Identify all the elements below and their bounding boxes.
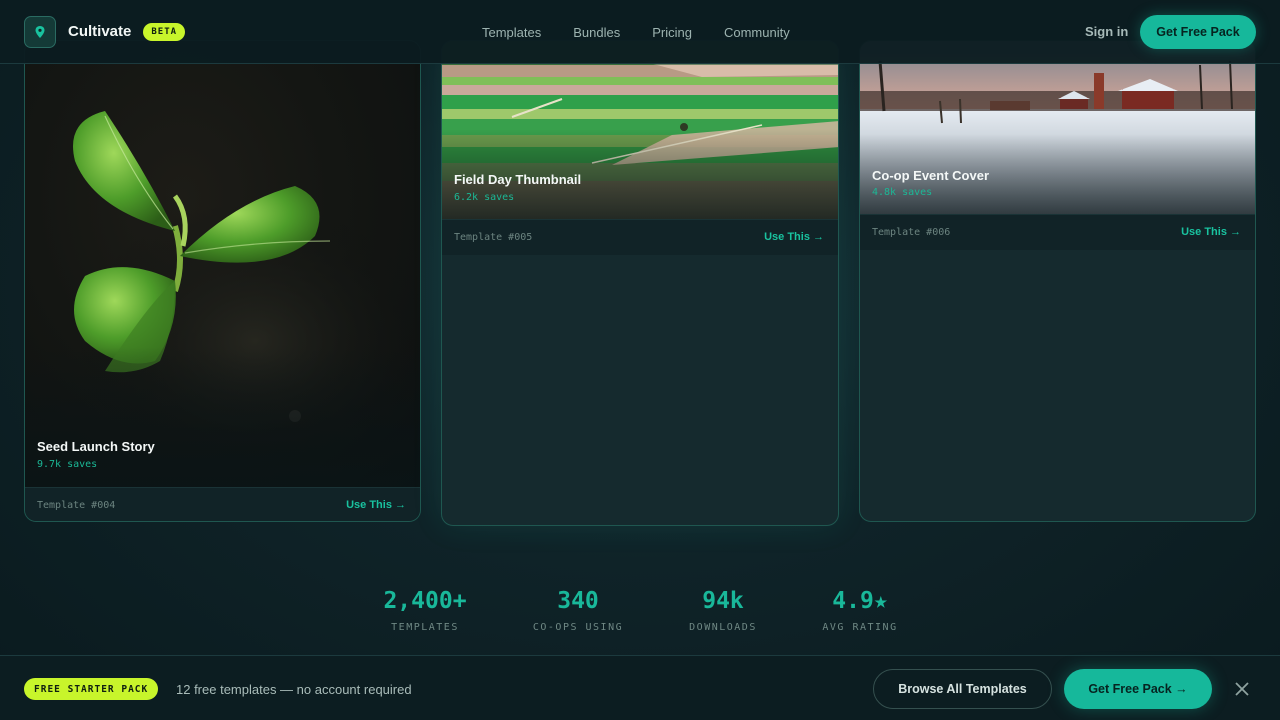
template-id: Template #005 — [454, 232, 533, 243]
beta-badge: BETA — [143, 22, 186, 41]
stat-templates: 2,400+ TEMPLATES — [373, 588, 477, 633]
nav-bundles[interactable]: Bundles — [573, 25, 620, 40]
stat-value: 4.9★ — [832, 588, 888, 614]
get-free-pack-bottom-button[interactable]: Get Free Pack → — [1064, 669, 1212, 709]
template-id: Template #004 — [37, 500, 116, 511]
sign-in-link[interactable]: Sign in — [1085, 24, 1128, 39]
stat-rating: 4.9★ AVG RATING — [812, 588, 908, 633]
card-footer: Template #004 Use This → — [25, 487, 420, 521]
stat-label: TEMPLATES — [391, 622, 459, 633]
get-free-pack-button[interactable]: Get Free Pack — [1140, 15, 1256, 49]
card-title: Co-op Event Cover — [872, 168, 990, 183]
browse-all-templates-button[interactable]: Browse All Templates — [873, 669, 1052, 709]
use-this-link[interactable]: Use This → — [1181, 226, 1241, 238]
card-footer: Template #006 Use This → — [860, 214, 1255, 250]
logo[interactable] — [24, 15, 56, 48]
template-id: Template #006 — [872, 227, 951, 238]
sprout-image — [25, 41, 420, 487]
top-navigation-bar: Cultivate BETA Templates Bundles Pricing… — [0, 0, 1280, 64]
main-nav: Templates Bundles Pricing Community — [482, 0, 822, 64]
card-saves-count: 9.7k saves — [37, 459, 98, 470]
stat-value: 340 — [557, 588, 599, 614]
location-pin-icon — [35, 25, 45, 38]
template-card-coop-event[interactable]: Co-op Event Cover 4.8k saves Template #0… — [859, 40, 1256, 522]
nav-community[interactable]: Community — [724, 25, 790, 40]
promo-bottom-bar: FREE STARTER PACK 12 free templates — no… — [0, 655, 1280, 720]
close-icon[interactable] — [1234, 681, 1250, 697]
stat-downloads: 94k DOWNLOADS — [678, 588, 768, 633]
use-this-link[interactable]: Use This → — [764, 231, 824, 243]
card-title: Seed Launch Story — [37, 439, 155, 454]
brand-name[interactable]: Cultivate — [68, 23, 131, 40]
free-starter-pack-badge: FREE STARTER PACK — [24, 678, 159, 700]
stat-label: AVG RATING — [822, 622, 898, 633]
stat-value: 94k — [702, 588, 744, 614]
stat-label: CO-OPS USING — [532, 622, 624, 633]
template-card-field-day[interactable]: Field Day Thumbnail 6.2k saves Template … — [441, 40, 839, 526]
card-footer: Template #005 Use This → — [442, 219, 838, 255]
nav-templates[interactable]: Templates — [482, 25, 541, 40]
card-saves-count: 6.2k saves — [454, 192, 515, 203]
card-saves-count: 4.8k saves — [872, 187, 933, 198]
stat-coops: 340 CO-OPS USING — [524, 588, 632, 633]
nav-pricing[interactable]: Pricing — [652, 25, 692, 40]
template-card-seed-launch[interactable]: Seed Launch Story 9.7k saves Template #0… — [24, 40, 421, 522]
use-this-link[interactable]: Use This → — [346, 499, 406, 511]
promo-text: 12 free templates — no account required — [176, 682, 412, 697]
stat-value: 2,400+ — [383, 588, 467, 614]
stat-label: DOWNLOADS — [689, 622, 757, 633]
card-title: Field Day Thumbnail — [454, 172, 582, 187]
